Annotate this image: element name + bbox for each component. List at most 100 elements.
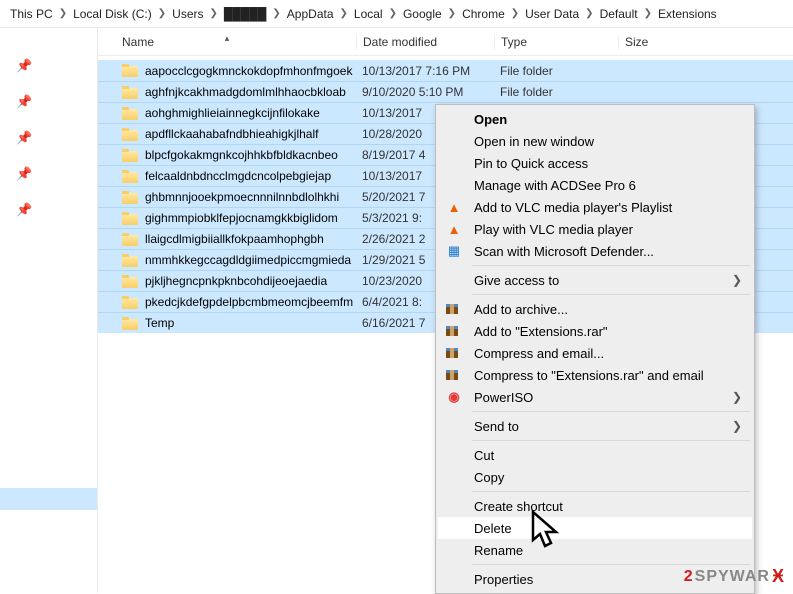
vlc-icon: ▲ <box>444 200 464 215</box>
menu-separator <box>472 265 750 266</box>
folder-icon <box>122 275 138 288</box>
folder-icon <box>122 212 138 225</box>
menu-separator <box>472 411 750 412</box>
table-row[interactable]: aapocclcgogkmnckokdopfmhonfmgoek 10/13/20… <box>98 60 793 81</box>
context-menu: Open Open in new window Pin to Quick acc… <box>435 104 755 594</box>
menu-add-extensions-rar[interactable]: Add to "Extensions.rar" <box>438 320 752 342</box>
col-name-label: Name <box>122 35 154 49</box>
submenu-arrow-icon: ❯ <box>732 390 742 404</box>
file-name: apdfllckaahabafndbhieahigkjlhalf <box>145 127 318 141</box>
breadcrumb-item[interactable]: Local <box>354 7 383 21</box>
file-name: blpcfgokakmgnkcojhhkbfbldkacnbeo <box>145 148 338 162</box>
chevron-right-icon: ❯ <box>505 8 525 19</box>
breadcrumb-item[interactable]: Users <box>172 7 203 21</box>
folder-icon <box>122 233 138 246</box>
col-date-header[interactable]: Date modified <box>356 35 494 49</box>
submenu-arrow-icon: ❯ <box>732 273 742 287</box>
breadcrumb[interactable]: This PC❯Local Disk (C:)❯Users❯█████❯AppD… <box>0 0 793 28</box>
file-name: ghbmnnjooekpmoecnnnilnnbdlolhkhi <box>145 190 339 204</box>
navigation-pane: 📌 📌 📌 📌 📌 <box>0 28 98 593</box>
folder-icon <box>122 128 138 141</box>
menu-pin-quick-access[interactable]: Pin to Quick access <box>438 152 752 174</box>
vlc-icon: ▲ <box>444 222 464 237</box>
file-name: llaigcdlmigbiiallkfokpaamhophgbh <box>145 232 324 246</box>
column-headers[interactable]: ▴ Name Date modified Type Size <box>98 28 793 56</box>
poweriso-icon: ◉ <box>444 389 464 405</box>
menu-delete[interactable]: Delete <box>438 517 752 539</box>
submenu-arrow-icon: ❯ <box>732 419 742 433</box>
folder-icon <box>122 170 138 183</box>
chevron-right-icon: ❯ <box>638 8 658 19</box>
breadcrumb-item[interactable]: Local Disk (C:) <box>73 7 152 21</box>
file-date: 9/10/2020 5:10 PM <box>356 85 494 99</box>
quick-access-pin-icon[interactable]: 📌 <box>0 202 97 238</box>
bug-icon: Ӿ <box>772 566 785 587</box>
menu-separator <box>472 564 750 565</box>
file-type: File folder <box>494 85 618 99</box>
winrar-icon <box>444 367 464 383</box>
watermark-text: SPYWAR <box>695 568 770 586</box>
menu-separator <box>472 294 750 295</box>
file-name: gighmmpiobklfepjocnamgkkbiglidom <box>145 211 338 225</box>
watermark: 2 SPYWAR Ӿ <box>684 566 785 587</box>
menu-give-access[interactable]: Give access to ❯ <box>438 269 752 291</box>
file-date: 10/13/2017 7:16 PM <box>356 64 494 78</box>
quick-access-pin-icon[interactable]: 📌 <box>0 94 97 130</box>
file-name: felcaaldnbdncclmgdcncolpebgiejap <box>145 169 331 183</box>
breadcrumb-item[interactable]: Default <box>600 7 638 21</box>
breadcrumb-item[interactable]: User Data <box>525 7 579 21</box>
file-name: pjkljhegncpnkpknbcohdijeoejaedia <box>145 274 327 288</box>
menu-compress-extensions-email[interactable]: Compress to "Extensions.rar" and email <box>438 364 752 386</box>
chevron-right-icon: ❯ <box>204 8 224 19</box>
menu-acdsee[interactable]: Manage with ACDSee Pro 6 <box>438 174 752 196</box>
winrar-icon <box>444 301 464 317</box>
menu-copy[interactable]: Copy <box>438 466 752 488</box>
folder-icon <box>122 254 138 267</box>
file-name: pkedcjkdefgpdelpbcmbmeomcjbeemfm <box>145 295 353 309</box>
shield-icon: ▦ <box>444 243 464 259</box>
table-row[interactable]: aghfnjkcakhmadgdomlmlhhaocbkloab9/10/202… <box>98 81 793 102</box>
sort-ascending-icon: ▴ <box>225 33 230 44</box>
menu-add-archive[interactable]: Add to archive... <box>438 298 752 320</box>
breadcrumb-item[interactable]: Google <box>403 7 442 21</box>
winrar-icon <box>444 345 464 361</box>
quick-access-pin-icon[interactable]: 📌 <box>0 58 97 94</box>
breadcrumb-item[interactable]: Chrome <box>462 7 505 21</box>
folder-icon <box>122 149 138 162</box>
menu-open-new-window[interactable]: Open in new window <box>438 130 752 152</box>
menu-defender[interactable]: ▦ Scan with Microsoft Defender... <box>438 240 752 262</box>
watermark-two: 2 <box>684 568 694 586</box>
menu-poweriso[interactable]: ◉ PowerISO ❯ <box>438 386 752 408</box>
folder-icon <box>122 64 138 77</box>
menu-rename[interactable]: Rename <box>438 539 752 561</box>
menu-open[interactable]: Open <box>438 108 752 130</box>
menu-vlc-play[interactable]: ▲ Play with VLC media player <box>438 218 752 240</box>
nav-selected-item[interactable] <box>0 488 97 510</box>
menu-cut[interactable]: Cut <box>438 444 752 466</box>
col-size-header[interactable]: Size <box>618 35 698 49</box>
chevron-right-icon: ❯ <box>152 8 172 19</box>
chevron-right-icon: ❯ <box>266 8 286 19</box>
menu-separator <box>472 491 750 492</box>
col-name-header[interactable]: ▴ Name <box>98 35 356 49</box>
folder-icon <box>122 191 138 204</box>
file-name: nmmhkkegccagdldgiimedpiccmgmieda <box>145 253 351 267</box>
chevron-right-icon: ❯ <box>579 8 599 19</box>
menu-vlc-add[interactable]: ▲ Add to VLC media player's Playlist <box>438 196 752 218</box>
file-type: File folder <box>494 64 618 78</box>
folder-icon <box>122 86 138 99</box>
col-type-header[interactable]: Type <box>494 35 618 49</box>
menu-separator <box>472 440 750 441</box>
menu-create-shortcut[interactable]: Create shortcut <box>438 495 752 517</box>
menu-send-to[interactable]: Send to ❯ <box>438 415 752 437</box>
breadcrumb-item[interactable]: AppData <box>287 7 334 21</box>
chevron-right-icon: ❯ <box>442 8 462 19</box>
breadcrumb-item[interactable]: █████ <box>224 7 267 21</box>
file-name: aapocclcgogkmnckokdopfmhonfmgoek <box>145 64 352 78</box>
breadcrumb-item[interactable]: This PC <box>10 7 53 21</box>
quick-access-pin-icon[interactable]: 📌 <box>0 130 97 166</box>
folder-icon <box>122 317 138 330</box>
quick-access-pin-icon[interactable]: 📌 <box>0 166 97 202</box>
breadcrumb-item[interactable]: Extensions <box>658 7 717 21</box>
menu-compress-email[interactable]: Compress and email... <box>438 342 752 364</box>
